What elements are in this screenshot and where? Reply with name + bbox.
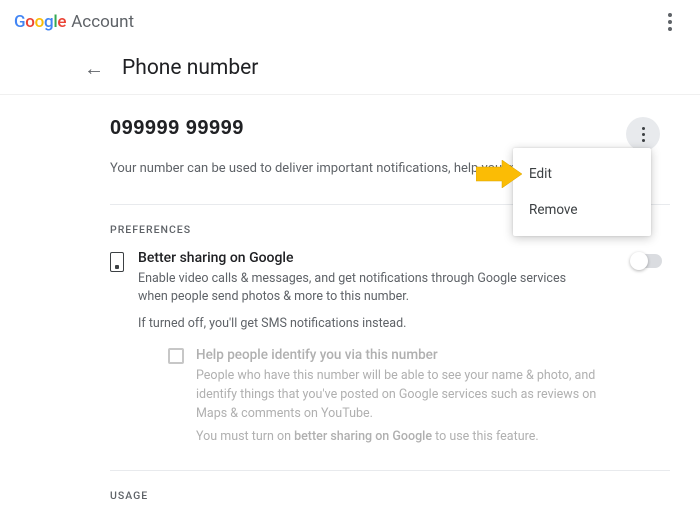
preference-row: Better sharing on Google Enable video ca… [110,246,670,446]
product-name: Account [71,12,134,32]
phone-number: 099999 99999 [110,117,244,140]
usage-label: USAGE [110,471,670,512]
phone-row: 099999 99999 [110,95,670,151]
back-arrow-icon[interactable]: ← [84,58,104,78]
preference-desc2: If turned off, you'll get SMS notificati… [138,316,618,331]
header-more-button[interactable] [658,10,682,34]
logo: Google Account [14,12,134,32]
toggle-switch[interactable] [632,254,662,268]
sub-option-body: Help people identify you via this number… [196,347,616,446]
note-post: to use this feature. [432,429,539,444]
annotation-arrow-icon [476,160,522,188]
sub-option-desc: People who have this number will be able… [196,367,616,423]
sub-option: Help people identify you via this number… [138,331,618,446]
preference-title: Better sharing on Google [138,250,618,266]
note-pre: You must turn on [196,429,294,444]
sub-option-note: You must turn on better sharing on Googl… [196,428,616,447]
title-row: ← Phone number [0,40,700,94]
more-vert-icon [668,13,672,31]
device-icon [110,252,124,272]
menu-item-remove[interactable]: Remove [513,192,651,228]
context-menu: Edit Remove [513,148,651,236]
preference-body: Better sharing on Google Enable video ca… [138,250,618,446]
checkbox[interactable] [168,348,184,364]
note-bold: better sharing on Google [294,429,432,444]
page-title: Phone number [122,56,258,80]
more-vert-icon [642,127,645,142]
menu-item-edit[interactable]: Edit [513,156,651,192]
google-logo: Google [14,12,66,32]
phone-more-button[interactable] [626,117,660,151]
app-header: Google Account [0,0,700,40]
sub-option-title: Help people identify you via this number [196,347,616,363]
preference-desc: Enable video calls & messages, and get n… [138,270,578,306]
